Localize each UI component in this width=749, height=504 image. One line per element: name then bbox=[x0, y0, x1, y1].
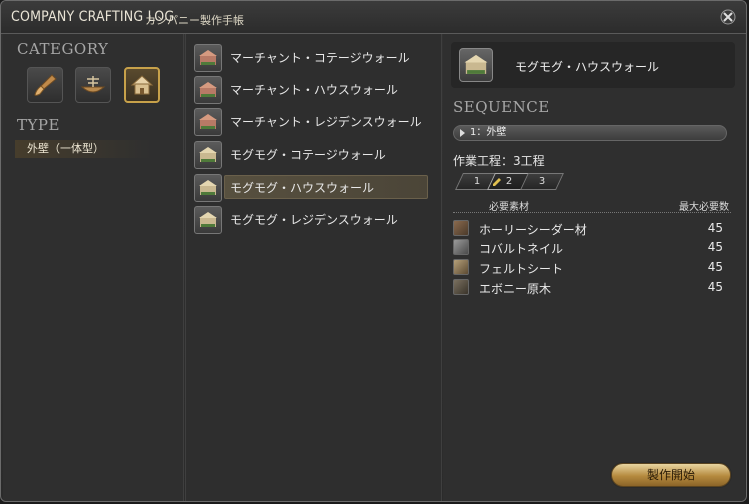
wall-item-icon bbox=[194, 206, 222, 234]
expand-triangle-icon bbox=[460, 129, 465, 137]
recipe-item[interactable]: マーチャント・コテージウォール bbox=[192, 44, 428, 72]
recipe-label: マーチャント・レジデンスウォール bbox=[230, 115, 422, 129]
wall-item-icon bbox=[194, 141, 222, 169]
material-qty: 45 bbox=[707, 260, 723, 274]
material-row[interactable]: フェルトシート 45 bbox=[451, 258, 731, 276]
category-title: CATEGORY bbox=[17, 40, 109, 58]
material-qty: 45 bbox=[707, 280, 723, 294]
recipe-item[interactable]: モグモグ・コテージウォール bbox=[192, 141, 428, 169]
recipe-label: モグモグ・レジデンスウォール bbox=[230, 213, 398, 227]
airship-icon bbox=[80, 76, 106, 93]
category-tab-airship[interactable] bbox=[75, 67, 111, 103]
recipe-item-selected[interactable]: モグモグ・ハウスウォール bbox=[192, 174, 428, 202]
steps-label: 作業工程：3工程 bbox=[453, 154, 545, 168]
nail-icon bbox=[453, 239, 469, 255]
category-tab-brush[interactable] bbox=[27, 67, 63, 103]
type-item[interactable]: 外壁（一体型） bbox=[15, 140, 151, 158]
sequence-item[interactable]: 1：外壁 bbox=[453, 125, 727, 141]
wall-item-icon bbox=[194, 108, 222, 136]
wall-item-icon bbox=[194, 76, 222, 104]
pencil-icon bbox=[493, 178, 501, 186]
recipe-label: モグモグ・コテージウォール bbox=[230, 148, 386, 162]
brush-icon bbox=[34, 74, 57, 96]
lumber-icon bbox=[453, 220, 469, 236]
window-subtitle: カンパニー製作手帳 bbox=[145, 14, 244, 27]
materials-header-label: 必要素材 bbox=[489, 202, 529, 213]
recipe-item[interactable]: モグモグ・レジデンスウォール bbox=[192, 206, 428, 234]
recipe-item[interactable]: マーチャント・レジデンスウォール bbox=[192, 108, 428, 136]
recipe-label: マーチャント・コテージウォール bbox=[230, 51, 410, 65]
material-row[interactable]: エボニー原木 45 bbox=[451, 278, 731, 296]
material-qty: 45 bbox=[707, 240, 723, 254]
wall-item-icon bbox=[194, 44, 222, 72]
recipe-list: マーチャント・コテージウォール マーチャント・ハウスウォール マーチャント・レジ… bbox=[185, 34, 442, 501]
material-name: エボニー原木 bbox=[479, 282, 552, 296]
close-icon bbox=[720, 9, 736, 25]
wall-item-icon bbox=[194, 174, 222, 202]
material-name: コバルトネイル bbox=[479, 242, 564, 256]
type-title: TYPE bbox=[17, 116, 60, 134]
recipe-label: マーチャント・ハウスウォール bbox=[230, 83, 398, 97]
category-panel: CATEGORY TYPE 外壁（一体型） bbox=[3, 34, 184, 501]
item-icon[interactable] bbox=[459, 48, 493, 82]
material-row[interactable]: コバルトネイル 45 bbox=[451, 238, 731, 256]
step-tab-3[interactable]: 3 bbox=[520, 173, 564, 190]
material-qty: 45 bbox=[707, 221, 723, 235]
material-name: ホーリーシーダー材 bbox=[479, 223, 587, 237]
crafting-log-window: COMPANY CRAFTING LOG カンパニー製作手帳 CATEGORY bbox=[0, 0, 747, 502]
recipe-label: モグモグ・ハウスウォール bbox=[230, 181, 375, 195]
felt-sheet-icon bbox=[453, 259, 469, 275]
category-tab-housing[interactable] bbox=[124, 67, 160, 103]
item-header: モグモグ・ハウスウォール bbox=[451, 42, 735, 88]
materials-header: 必要素材 最大必要数 bbox=[453, 198, 731, 213]
sequence-label: 1：外壁 bbox=[470, 127, 507, 138]
house-icon bbox=[130, 75, 154, 95]
step-number: 3 bbox=[538, 176, 546, 187]
material-name: フェルトシート bbox=[479, 262, 564, 276]
recipe-item[interactable]: マーチャント・ハウスウォール bbox=[192, 76, 428, 104]
log-icon bbox=[453, 279, 469, 295]
close-button[interactable] bbox=[717, 6, 739, 28]
max-required-header: 最大必要数 bbox=[679, 202, 729, 213]
sequence-title: SEQUENCE bbox=[453, 98, 550, 116]
item-name: モグモグ・ハウスウォール bbox=[515, 60, 660, 74]
begin-crafting-button[interactable]: 製作開始 bbox=[611, 463, 731, 487]
recipe-detail-panel: モグモグ・ハウスウォール SEQUENCE 1：外壁 作業工程：3工程 1 2 … bbox=[443, 34, 745, 501]
material-row[interactable]: ホーリーシーダー材 45 bbox=[451, 219, 731, 237]
title-bar: COMPANY CRAFTING LOG カンパニー製作手帳 bbox=[1, 1, 746, 34]
